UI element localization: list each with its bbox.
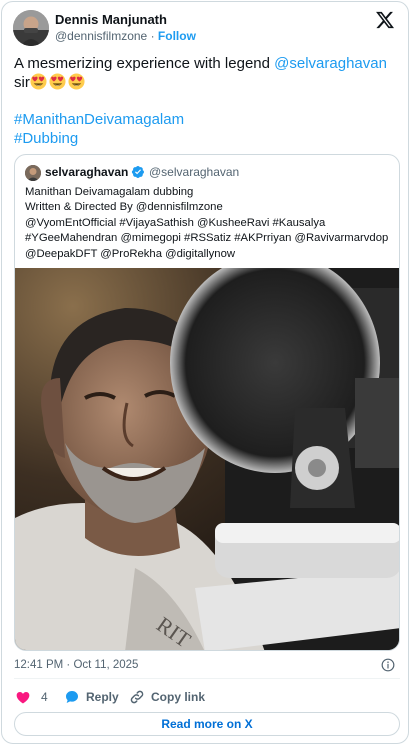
quoted-author-name[interactable]: selvaraghavan: [45, 165, 128, 179]
quoted-tweet-photo[interactable]: RIT: [15, 268, 399, 650]
quoted-author-avatar[interactable]: [25, 165, 41, 181]
footer-divider: [14, 678, 400, 679]
quoted-tweet-text: Manithan Deivamagalam dubbing Written & …: [25, 185, 395, 262]
like-count: 4: [41, 690, 48, 704]
tweet-timestamp[interactable]: 12:41 PM · Oct 11, 2025: [14, 659, 138, 671]
heart-icon: [16, 692, 30, 704]
heart-eyes-emoji-icon: [49, 73, 66, 90]
author-handle[interactable]: @dennisfilmzone: [55, 29, 147, 43]
author-handle-row: @dennisfilmzone · Follow: [55, 29, 196, 43]
hashtag-link[interactable]: #Dubbing: [14, 129, 399, 148]
tweet-text-part2: sir: [14, 74, 30, 91]
heart-eyes-emoji-icon: [68, 73, 85, 90]
quoted-text-line: @DeepakDFT @ProRekha @digitallynow: [25, 247, 236, 260]
follow-button[interactable]: Follow: [158, 29, 196, 43]
author-name[interactable]: Dennis Manjunath: [55, 12, 167, 27]
quoted-text-line: Manithan Deivamagalam dubbing: [25, 186, 194, 198]
quoted-text-line: Written & Directed By @dennisfilmzone: [25, 201, 223, 214]
separator-dot: ·: [150, 29, 155, 43]
copy-link-label: Copy link: [151, 690, 206, 704]
tweet-text: A mesmerizing experience with legend @se…: [14, 54, 399, 148]
embedded-tweet-card: Dennis Manjunath @dennisfilmzone · Follo…: [1, 1, 409, 744]
mention-link[interactable]: @selvaraghavan: [274, 55, 387, 72]
quoted-text-line: @VyomEntOfficial #VijayaSathish @KusheeR…: [25, 216, 326, 229]
link-icon: [130, 690, 144, 704]
x-logo-icon[interactable]: [375, 10, 395, 30]
quoted-text-line: #YGeeMahendran @mimegopi #RSSatiz #AKPrr…: [25, 232, 389, 245]
copy-link-button[interactable]: Copy link: [129, 688, 205, 706]
reply-bubble-icon: [66, 691, 78, 703]
quoted-author-handle[interactable]: @selvaraghavan: [149, 165, 239, 179]
hashtag-link[interactable]: #ManithanDeivamagalam: [14, 110, 399, 129]
info-icon[interactable]: [381, 658, 395, 672]
tweet-text-part1: A mesmerizing experience with legend: [14, 55, 275, 72]
author-avatar[interactable]: [13, 10, 49, 46]
like-button[interactable]: 4: [15, 688, 48, 706]
read-more-button[interactable]: Read more on X: [14, 712, 400, 736]
quoted-tweet[interactable]: selvaraghavan @selvaraghavan Manithan De…: [14, 154, 400, 651]
verified-badge-icon: [131, 165, 144, 179]
reply-label: Reply: [86, 690, 119, 704]
heart-eyes-emoji-icon: [30, 73, 47, 90]
reply-button[interactable]: Reply: [64, 688, 119, 706]
